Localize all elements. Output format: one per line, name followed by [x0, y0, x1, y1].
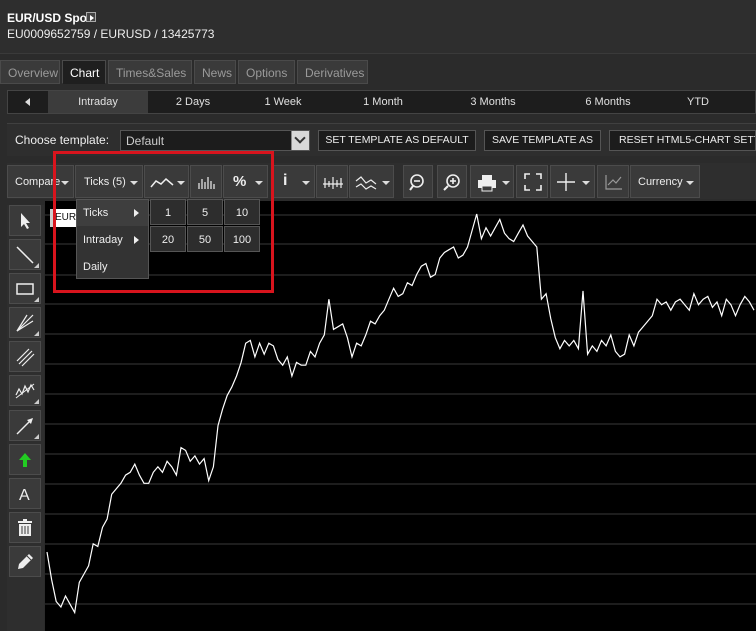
drawing-tools-panel: A — [7, 205, 44, 631]
area-chart-icon — [605, 175, 622, 190]
chevron-down-icon — [502, 181, 510, 185]
zoom-out-button[interactable] — [403, 165, 433, 198]
chevron-down-icon[interactable] — [291, 131, 309, 150]
text-tool[interactable]: A — [9, 478, 41, 509]
submenu-corner-icon — [34, 297, 39, 302]
submenu-corner-icon — [34, 263, 39, 268]
tab-derivatives[interactable]: Derivatives — [297, 60, 368, 84]
currency-button[interactable]: Currency — [630, 165, 700, 198]
save-template-as-button[interactable]: SAVE TEMPLATE AS — [484, 130, 601, 151]
line-tool[interactable] — [9, 239, 41, 270]
chevron-down-icon — [382, 181, 390, 185]
chevron-down-icon — [302, 181, 310, 185]
drawing-button[interactable] — [349, 165, 394, 198]
period-bar: Intraday 2 Days 1 Week 1 Month 3 Months … — [7, 90, 756, 114]
line-draw-icon — [16, 246, 34, 264]
svg-text:A: A — [19, 487, 30, 504]
submenu-corner-icon — [34, 434, 39, 439]
chart-settings-button[interactable] — [597, 165, 629, 198]
submenu-corner-icon — [34, 331, 39, 336]
tab-times-sales[interactable]: Times&Sales — [108, 60, 192, 84]
template-select[interactable]: Default — [120, 130, 310, 151]
tab-chart[interactable]: Chart — [62, 60, 106, 84]
rectangle-icon — [16, 283, 34, 295]
arrow-line-tool[interactable] — [9, 410, 41, 441]
zoom-in-button[interactable] — [437, 165, 467, 198]
eraser-tool[interactable] — [9, 546, 41, 577]
fullscreen-button[interactable] — [516, 165, 548, 198]
instrument-title: EUR/USD Spot — [7, 11, 91, 25]
tab-bar: Overview Chart Times&Sales News Options … — [0, 58, 756, 84]
reset-chart-settings-button[interactable]: RESET HTML5-CHART SETTINGS — [609, 130, 756, 151]
tab-options[interactable]: Options — [238, 60, 295, 84]
fullscreen-icon — [524, 173, 542, 191]
tab-news[interactable]: News — [194, 60, 236, 84]
print-button[interactable] — [470, 165, 514, 198]
crosshair-button[interactable] — [550, 165, 595, 198]
period-3-months[interactable]: 3 Months — [438, 91, 548, 113]
tab-overview[interactable]: Overview — [0, 60, 60, 84]
period-1-month[interactable]: 1 Month — [328, 91, 438, 113]
zoom-in-icon — [443, 174, 460, 191]
period-2-days[interactable]: 2 Days — [148, 91, 238, 113]
parallel-lines-tool[interactable] — [9, 341, 41, 372]
instrument-identifiers: EU0009652759 / EURUSD / 13425773 — [7, 27, 215, 41]
chevron-down-icon — [686, 181, 694, 185]
set-template-default-button[interactable]: SET TEMPLATE AS DEFAULT — [318, 130, 476, 151]
fan-tool[interactable] — [9, 307, 41, 338]
period-6-months[interactable]: 6 Months — [553, 91, 663, 113]
period-1-week[interactable]: 1 Week — [238, 91, 328, 113]
pencil-icon — [18, 554, 33, 569]
submenu-corner-icon — [34, 399, 39, 404]
template-select-value: Default — [126, 134, 165, 148]
fan-lines-icon — [16, 314, 34, 332]
text-a-icon: A — [19, 487, 30, 504]
template-label: Choose template: — [15, 133, 110, 147]
zoom-out-icon — [409, 174, 424, 191]
crosshair-icon — [557, 173, 575, 191]
zigzag-icon — [15, 383, 35, 399]
up-arrow-icon — [19, 453, 31, 467]
trend-icon — [355, 176, 377, 190]
pointer-tool[interactable] — [9, 205, 41, 236]
period-previous-button[interactable] — [8, 91, 48, 113]
arrow-line-icon — [16, 418, 33, 435]
ohlc-button[interactable] — [316, 165, 348, 198]
delete-tool[interactable] — [9, 512, 41, 543]
trash-icon — [18, 519, 32, 536]
up-arrow-tool[interactable] — [9, 444, 41, 475]
cursor-arrow-icon — [21, 213, 30, 229]
highlight-annotation — [53, 151, 274, 293]
period-ytd[interactable]: YTD — [663, 91, 733, 113]
indicators-button[interactable]: i — [271, 165, 315, 198]
info-icon: i — [283, 172, 288, 189]
period-intraday[interactable]: Intraday — [48, 91, 148, 113]
title-expand-icon[interactable] — [86, 12, 96, 22]
pattern-tool[interactable] — [9, 375, 41, 406]
rectangle-tool[interactable] — [9, 273, 41, 304]
candles-icon — [323, 177, 343, 189]
instrument-header: EUR/USD Spot EU0009652759 / EURUSD / 134… — [0, 0, 756, 54]
parallel-lines-icon — [16, 348, 35, 367]
currency-label: Currency — [638, 176, 683, 188]
chevron-down-icon — [582, 181, 590, 185]
printer-icon — [478, 175, 496, 192]
